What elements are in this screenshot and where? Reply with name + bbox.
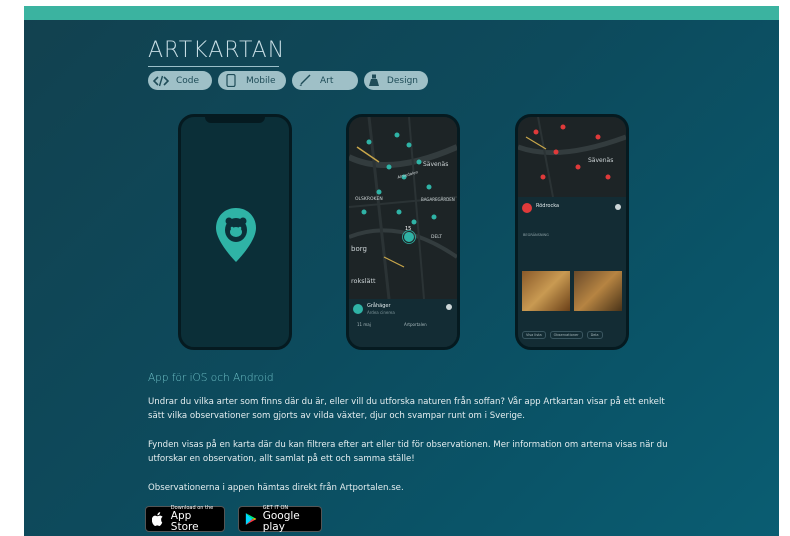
species-name: Gråhäger bbox=[367, 303, 391, 309]
filter-chips: Visa lista Observationer Dela bbox=[522, 331, 603, 339]
tag-code[interactable]: Code bbox=[148, 71, 212, 90]
chip[interactable]: Observationer bbox=[549, 331, 583, 339]
google-play-badge[interactable]: GET IT ON Google play bbox=[238, 505, 322, 533]
photo-2[interactable] bbox=[574, 271, 622, 311]
photo-1[interactable] bbox=[522, 271, 570, 311]
artkartan-logo-icon bbox=[216, 208, 256, 262]
app-store-badge[interactable]: Download on the App Store bbox=[145, 505, 225, 533]
chip[interactable]: Dela bbox=[586, 331, 603, 339]
tag-art[interactable]: Art bbox=[292, 71, 358, 90]
species-name: Rödrocka bbox=[536, 203, 560, 209]
map-label-rokslatt: rokslätt bbox=[351, 277, 376, 285]
species-avatar-icon bbox=[522, 203, 532, 213]
code-icon bbox=[152, 74, 170, 87]
species-avatar-icon bbox=[353, 304, 363, 314]
tag-code-label: Code bbox=[176, 75, 200, 86]
section-label: BEGRÄNSNING bbox=[523, 233, 549, 237]
google-play-icon bbox=[245, 513, 257, 525]
map-label-savenas: Sävenäs bbox=[423, 161, 449, 168]
google-play-big: Google play bbox=[262, 510, 300, 533]
map-label-savenas-detail: Sävenäs bbox=[588, 157, 614, 164]
chip[interactable]: Visa lista bbox=[522, 331, 546, 339]
tag-art-label: Art bbox=[320, 75, 334, 86]
map-label-delt: DELT bbox=[431, 235, 442, 240]
top-accent-bar bbox=[24, 6, 779, 20]
paragraph-2: Fynden visas på en karta där du kan filt… bbox=[148, 440, 668, 464]
title-underline bbox=[148, 66, 279, 67]
observation-card[interactable]: Gråhäger Ardea cinerea 11 maj Artportale… bbox=[349, 299, 457, 347]
app-store-big: App Store bbox=[170, 510, 199, 533]
observation-date: 11 maj bbox=[357, 322, 371, 327]
map-roads bbox=[349, 117, 457, 299]
design-icon bbox=[368, 74, 381, 87]
tag-list: Code Mobile Art Design bbox=[148, 71, 428, 90]
map-label-city: borg bbox=[351, 245, 367, 253]
cluster-count[interactable]: 15 bbox=[405, 226, 411, 232]
tag-design-label: Design bbox=[386, 75, 418, 86]
close-icon[interactable] bbox=[446, 304, 452, 310]
paragraph-3: Observationerna i appen hämtas direkt fr… bbox=[148, 483, 404, 493]
map-label-olskroken: OLSKROKEN bbox=[355, 197, 383, 202]
tag-mobile-label: Mobile bbox=[246, 75, 276, 86]
detail-card: Rödrocka BEGRÄNSNING Visa lista Observat… bbox=[518, 197, 626, 347]
phone-map: Sävenäs Almedalen OLSKROKEN BAGAREGÅRDEN… bbox=[346, 114, 460, 350]
section-heading: App för iOS och Android bbox=[148, 372, 274, 384]
map-view: Sävenäs Almedalen OLSKROKEN BAGAREGÅRDEN… bbox=[349, 117, 457, 347]
observation-source: Artportalen bbox=[404, 322, 427, 327]
brush-icon bbox=[296, 74, 314, 87]
species-latin: Ardea cinerea bbox=[367, 310, 395, 315]
phone-detail: Sävenäs Rödrocka BEGRÄNSNING Visa lista … bbox=[515, 114, 629, 350]
apple-icon bbox=[152, 512, 163, 526]
tag-mobile[interactable]: Mobile bbox=[218, 71, 286, 90]
page-title: ARTKARTAN bbox=[148, 38, 286, 63]
project-page: ARTKARTAN Code Mobile Art Design Sävenäs… bbox=[24, 6, 779, 536]
tag-design[interactable]: Design bbox=[364, 71, 428, 90]
phone-splash bbox=[178, 114, 292, 350]
mobile-icon bbox=[222, 74, 240, 87]
map-label-bagaregarden: BAGAREGÅRDEN bbox=[421, 197, 455, 202]
paragraph-1: Undrar du vilka arter som finns där du ä… bbox=[148, 397, 665, 421]
close-icon[interactable] bbox=[615, 204, 621, 210]
